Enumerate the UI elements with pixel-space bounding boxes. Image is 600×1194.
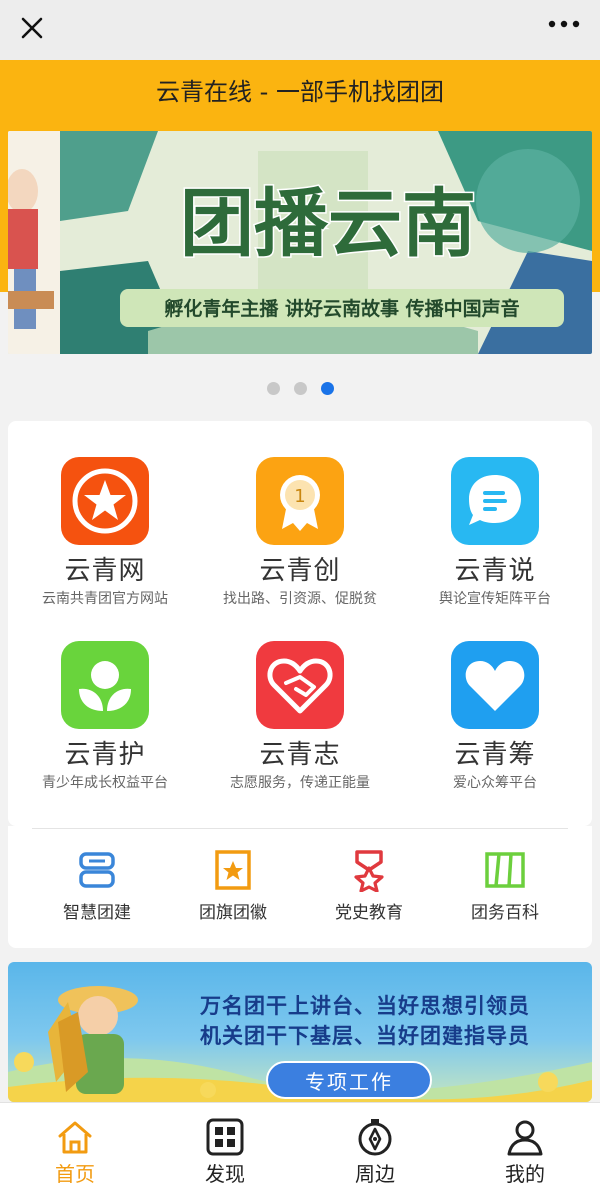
banner-illustration: 团播云南 孵化青年主播 讲好云南故事 传播中国声音 bbox=[8, 131, 592, 354]
tile-yunqing-chuang[interactable]: 1 云青创 找出路、引资源、促脱贫 bbox=[203, 457, 397, 609]
promo-line-2: 机关团干下基层、当好团建指导员 bbox=[200, 1024, 530, 1048]
heart-hand-icon bbox=[256, 641, 344, 729]
star-badge-icon bbox=[61, 457, 149, 545]
tab-label: 发现 bbox=[205, 1162, 245, 1186]
compass-icon bbox=[355, 1117, 395, 1157]
tile-name: 云青护 bbox=[64, 740, 146, 770]
page-title: 云青在线 - 一部手机找团团 bbox=[156, 78, 444, 106]
tile-subtitle: 爱心众筹平台 bbox=[453, 775, 537, 791]
tab-home[interactable]: 首页 bbox=[0, 1117, 150, 1187]
tab-discover[interactable]: 发现 bbox=[150, 1117, 300, 1187]
tab-label: 周边 bbox=[355, 1162, 395, 1186]
person-icon bbox=[505, 1117, 545, 1157]
tile-yunqing-shuo[interactable]: 云青说 舆论宣传矩阵平台 bbox=[398, 457, 592, 609]
quick-label: 团务百科 bbox=[471, 903, 539, 923]
close-icon[interactable] bbox=[14, 10, 50, 46]
quick-label: 团旗团徽 bbox=[199, 903, 267, 923]
tile-name: 云青说 bbox=[454, 556, 536, 586]
tile-name: 云青志 bbox=[259, 740, 341, 770]
promo-line-1: 万名团干上讲台、当好思想引领员 bbox=[200, 994, 530, 1018]
flag-badge-icon bbox=[211, 848, 255, 892]
tile-subtitle: 找出路、引资源、促脱贫 bbox=[223, 591, 377, 607]
more-icon[interactable] bbox=[544, 10, 584, 46]
banner-carousel[interactable]: 团播云南 孵化青年主播 讲好云南故事 传播中国声音 bbox=[8, 131, 592, 354]
tile-yunqing-net[interactable]: 云青网 云南共青团官方网站 bbox=[8, 457, 202, 609]
quick-item-encyclopedia[interactable]: 团务百科 bbox=[432, 848, 578, 924]
quick-label: 党史教育 bbox=[335, 903, 403, 923]
carousel-dot-active[interactable] bbox=[320, 382, 334, 395]
smart-build-icon bbox=[75, 848, 119, 892]
carousel-dots bbox=[0, 382, 600, 396]
tile-yunqing-hu[interactable]: 云青护 青少年成长权益平台 bbox=[8, 641, 202, 793]
promo-banner[interactable]: 万名团干上讲台、当好思想引领员 机关团干下基层、当好团建指导员 专项工作 bbox=[8, 962, 592, 1102]
heart-icon bbox=[451, 641, 539, 729]
quick-item-smart-build[interactable]: 智慧团建 bbox=[24, 848, 170, 924]
tab-label: 首页 bbox=[55, 1162, 95, 1186]
book-shelf-icon bbox=[483, 848, 527, 892]
tab-me[interactable]: 我的 bbox=[450, 1117, 600, 1187]
tile-yunqing-chou[interactable]: 云青筹 爱心众筹平台 bbox=[398, 641, 592, 793]
tab-nearby[interactable]: 周边 bbox=[300, 1117, 450, 1187]
quick-label: 智慧团建 bbox=[63, 903, 131, 923]
quick-item-flag-badge[interactable]: 团旗团徽 bbox=[160, 848, 306, 924]
chat-bubble-icon bbox=[451, 457, 539, 545]
tile-subtitle: 云南共青团官方网站 bbox=[42, 591, 168, 607]
tile-yunqing-zhi[interactable]: 云青志 志愿服务，传递正能量 bbox=[203, 641, 397, 793]
carousel-dot[interactable] bbox=[266, 382, 280, 395]
tile-name: 云青创 bbox=[259, 556, 341, 586]
special-work-button[interactable]: 专项工作 bbox=[266, 1061, 432, 1099]
party-history-icon bbox=[347, 848, 391, 893]
tile-subtitle: 青少年成长权益平台 bbox=[42, 775, 168, 791]
banner-headline: 团播云南 bbox=[180, 181, 476, 267]
tile-name: 云青筹 bbox=[454, 740, 536, 770]
tile-name: 云青网 bbox=[64, 556, 146, 586]
carousel-dot[interactable] bbox=[293, 382, 307, 395]
quick-links: 智慧团建 团旗团徽 党史教育 团务百科 bbox=[8, 826, 592, 948]
quick-item-party-history[interactable]: 党史教育 bbox=[296, 848, 442, 924]
tile-subtitle: 志愿服务，传递正能量 bbox=[230, 775, 370, 791]
home-icon bbox=[55, 1117, 95, 1157]
bottom-tab-bar: 首页 发现 周边 我的 bbox=[0, 1102, 600, 1194]
top-bar bbox=[0, 0, 600, 60]
tile-subtitle: 舆论宣传矩阵平台 bbox=[439, 591, 551, 607]
grid-icon bbox=[205, 1117, 245, 1157]
banner-tagline: 孵化青年主播 讲好云南故事 传播中国声音 bbox=[164, 297, 519, 320]
divider bbox=[32, 828, 568, 829]
tab-label: 我的 bbox=[505, 1162, 545, 1186]
services-grid: 云青网 云南共青团官方网站 1 云青创 找出路、引资源、促脱贫 云青说 舆论宣传… bbox=[8, 421, 592, 826]
svg-text:1: 1 bbox=[294, 486, 305, 507]
sprout-icon bbox=[61, 641, 149, 729]
medal-icon: 1 bbox=[256, 457, 344, 545]
